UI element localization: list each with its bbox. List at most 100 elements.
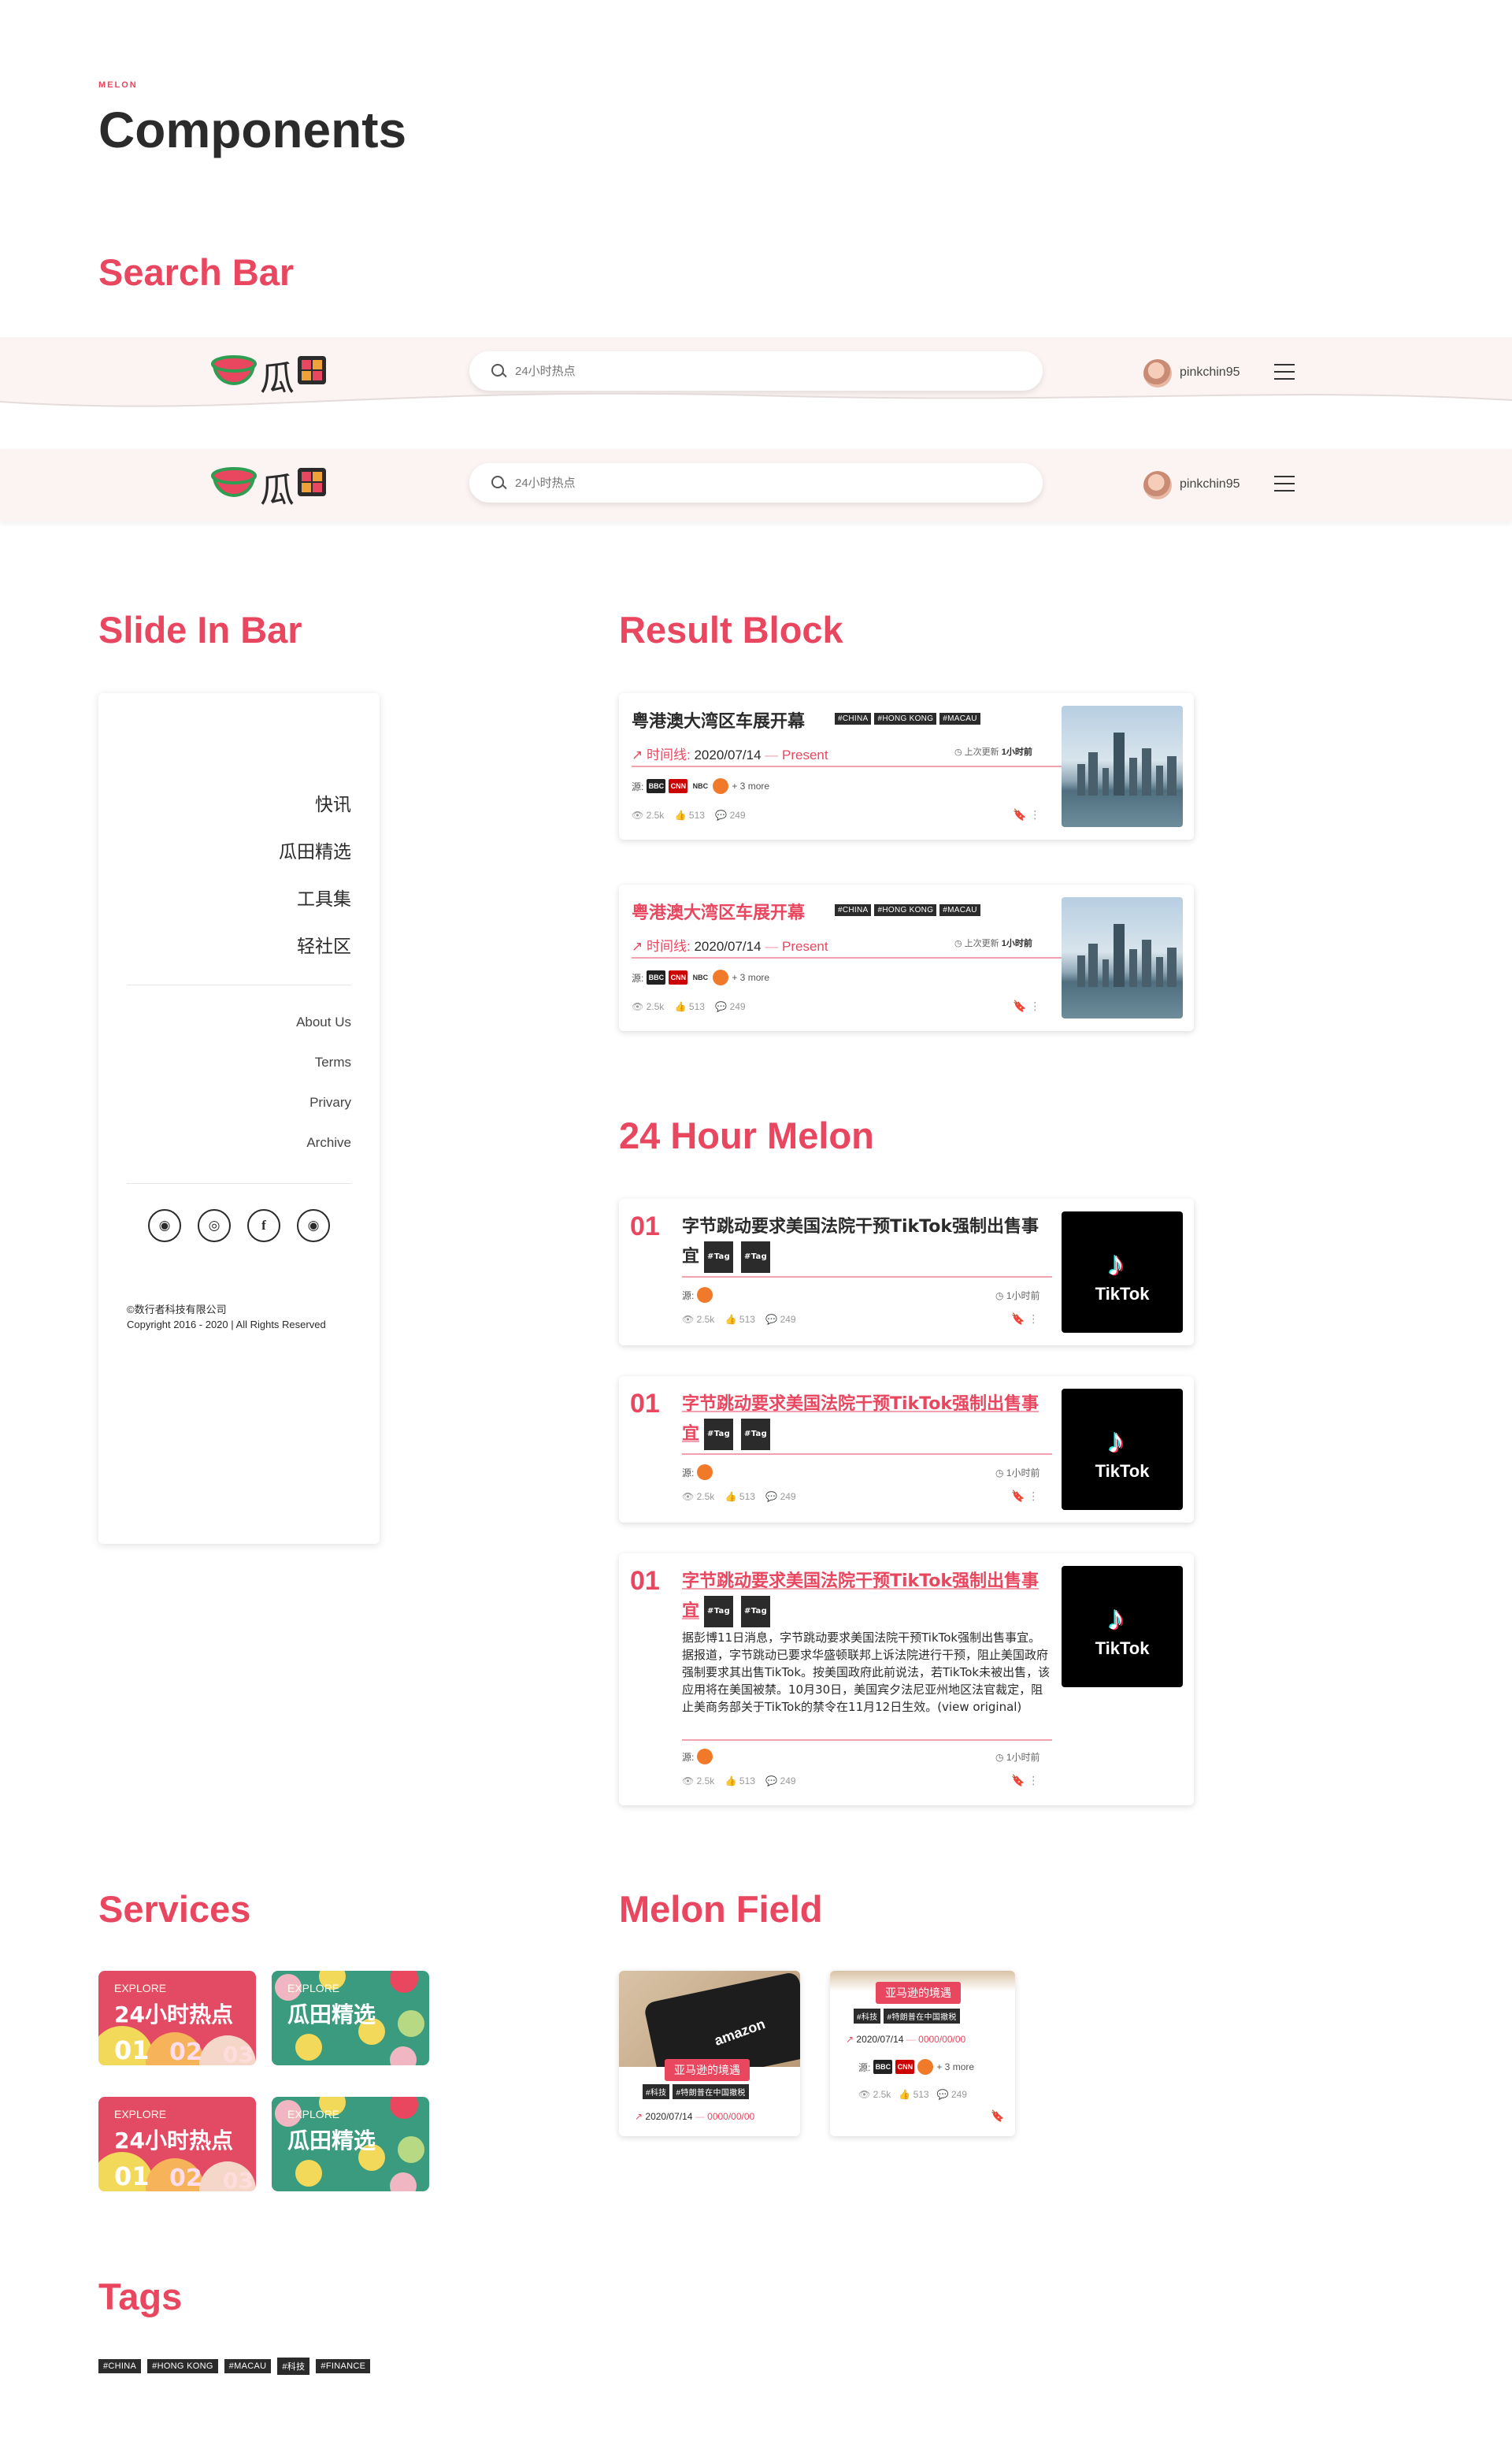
- tag[interactable]: #CHINA: [835, 713, 872, 725]
- tag[interactable]: #CHINA: [98, 2359, 142, 2373]
- source-nbc[interactable]: NBC: [691, 779, 710, 793]
- service-card-guatian[interactable]: EXPLORE 瓜田精选: [272, 1971, 429, 2065]
- tag[interactable]: #科技: [854, 2009, 881, 2024]
- more-icon[interactable]: ⋮: [1028, 1312, 1039, 1325]
- weibo-icon[interactable]: ◎: [198, 1209, 231, 1242]
- hour-melon-card[interactable]: 01 字节跳动要求美国法院干预TikTok强制出售事宜 #Tag #Tag 源: ◷…: [619, 1199, 1194, 1345]
- more-sources[interactable]: + 3 more: [732, 972, 769, 983]
- tag[interactable]: #MACAU: [224, 2359, 272, 2373]
- more-icon[interactable]: ⋮: [1029, 808, 1040, 821]
- source-logo-icon[interactable]: [697, 1749, 713, 1764]
- like-icon[interactable]: 👍: [675, 810, 687, 821]
- bookmark-icon[interactable]: 🔖: [991, 2109, 1004, 2123]
- source-cnn[interactable]: CNN: [669, 779, 688, 793]
- username[interactable]: pinkchin95: [1180, 477, 1240, 492]
- source-bbc[interactable]: BBC: [873, 2060, 893, 2074]
- topic-badge[interactable]: 亚马逊的境遇: [876, 1982, 961, 2004]
- avatar[interactable]: [1143, 471, 1172, 499]
- bookmark-icon[interactable]: 🔖: [1011, 1490, 1025, 1502]
- search-input[interactable]: [515, 362, 988, 380]
- source-nbc[interactable]: NBC: [691, 970, 710, 985]
- bookmark-icon[interactable]: 🔖: [1011, 1774, 1025, 1786]
- username[interactable]: pinkchin95: [1180, 365, 1240, 380]
- tag[interactable]: #Tag: [741, 1241, 771, 1273]
- source-logo-icon[interactable]: [697, 1287, 713, 1303]
- nav-item-kuaixun[interactable]: 快讯: [315, 789, 351, 816]
- avatar[interactable]: [1143, 359, 1172, 388]
- city-thumbnail[interactable]: [1062, 706, 1183, 827]
- like-icon[interactable]: 👍: [725, 1775, 737, 1786]
- result-block-card-hover[interactable]: 粤港澳大湾区车展开幕 #CHINA #HONG KONG #MACAU ↗ 时间线:…: [619, 885, 1194, 1031]
- tag[interactable]: #Tag: [704, 1419, 734, 1450]
- hour-melon-card-hover[interactable]: 01 字节跳动要求美国法院干预TikTok强制出售事宜 #Tag #Tag 源: ◷…: [619, 1376, 1194, 1523]
- tag[interactable]: #科技: [643, 2084, 670, 2099]
- link-archive[interactable]: Archive: [306, 1135, 351, 1151]
- result-title[interactable]: 粤港澳大湾区车展开幕: [632, 899, 805, 924]
- source-bbc[interactable]: BBC: [647, 970, 666, 985]
- source-logo-icon[interactable]: [697, 1464, 713, 1480]
- search-box[interactable]: [469, 463, 1043, 503]
- comment-icon[interactable]: 💬: [715, 1001, 727, 1012]
- tag[interactable]: #MACAU: [939, 713, 980, 725]
- melon-field-card[interactable]: amazon 亚马逊的境遇 #科技 #特朗普在中国撤税 ↗ 2020/07/14 …: [619, 1971, 800, 2136]
- title-text[interactable]: 字节跳动要求美国法院干预TikTok强制出售事宜: [682, 1394, 1039, 1444]
- source-logo-icon[interactable]: [917, 2059, 934, 2075]
- tag[interactable]: #Tag: [704, 1241, 734, 1273]
- more-sources[interactable]: + 3 more: [936, 2061, 974, 2072]
- tag[interactable]: #HONG KONG: [147, 2359, 218, 2373]
- facebook-icon[interactable]: f: [247, 1209, 280, 1242]
- like-icon[interactable]: 👍: [725, 1314, 737, 1325]
- hour-melon-title[interactable]: 字节跳动要求美国法院干预TikTok强制出售事宜 #Tag #Tag: [682, 1567, 1052, 1627]
- more-sources[interactable]: + 3 more: [732, 781, 769, 792]
- hamburger-menu-icon[interactable]: [1274, 364, 1295, 380]
- tag[interactable]: #Tag: [741, 1596, 771, 1627]
- source-cnn[interactable]: CNN: [895, 2060, 915, 2074]
- melon-field-card-hover[interactable]: 亚马逊的境遇 #科技 #特朗普在中国撤税 ↗ 2020/07/14 — 0000/…: [830, 1971, 1015, 2136]
- service-card-24h[interactable]: EXPLORE 24小时热点 01 02 03: [98, 2097, 256, 2191]
- link-about[interactable]: About Us: [296, 1015, 351, 1030]
- bookmark-icon[interactable]: 🔖: [1013, 1000, 1026, 1012]
- tag[interactable]: #HONG KONG: [874, 713, 937, 725]
- city-thumbnail[interactable]: [1062, 897, 1183, 1018]
- tag[interactable]: #HONG KONG: [874, 904, 937, 917]
- more-icon[interactable]: ⋮: [1029, 1000, 1040, 1012]
- tiktok-thumbnail[interactable]: ♪ TikTok: [1062, 1389, 1183, 1510]
- source-logo-icon[interactable]: [713, 778, 729, 794]
- tiktok-thumbnail[interactable]: ♪ TikTok: [1062, 1211, 1183, 1333]
- like-icon[interactable]: 👍: [675, 1001, 687, 1012]
- nav-item-tools-active[interactable]: 工具集: [297, 884, 351, 911]
- title-text[interactable]: 字节跳动要求美国法院干预TikTok强制出售事宜: [682, 1217, 1039, 1267]
- comment-icon[interactable]: 💬: [765, 1491, 777, 1502]
- hamburger-menu-icon[interactable]: [1274, 476, 1295, 492]
- comment-icon[interactable]: 💬: [765, 1314, 777, 1325]
- hour-melon-title[interactable]: 字节跳动要求美国法院干预TikTok强制出售事宜 #Tag #Tag: [682, 1390, 1052, 1450]
- result-title[interactable]: 粤港澳大湾区车展开幕: [632, 707, 805, 733]
- comment-icon[interactable]: 💬: [765, 1775, 777, 1786]
- topic-badge[interactable]: 亚马逊的境遇: [665, 2059, 750, 2081]
- bookmark-icon[interactable]: 🔖: [1013, 808, 1026, 821]
- comment-icon[interactable]: 💬: [715, 810, 727, 821]
- wechat-icon[interactable]: ◉: [297, 1209, 330, 1242]
- service-card-24h[interactable]: EXPLORE 24小时热点 01 02 03: [98, 1971, 256, 2065]
- like-icon[interactable]: 👍: [725, 1491, 737, 1502]
- source-cnn[interactable]: CNN: [669, 970, 688, 985]
- source-logo-icon[interactable]: [713, 970, 729, 985]
- comment-icon[interactable]: 💬: [937, 2089, 949, 2100]
- tag[interactable]: #科技: [277, 2358, 310, 2375]
- more-icon[interactable]: ⋮: [1028, 1774, 1039, 1786]
- link-privacy[interactable]: Privary: [309, 1095, 351, 1111]
- tag[interactable]: #Tag: [741, 1419, 771, 1450]
- tag[interactable]: #FINANCE: [316, 2359, 371, 2373]
- more-icon[interactable]: ⋮: [1028, 1490, 1039, 1502]
- tag[interactable]: #CHINA: [835, 904, 872, 917]
- wechat-icon[interactable]: ◉: [148, 1209, 181, 1242]
- result-block-card[interactable]: 粤港澳大湾区车展开幕 #CHINA #HONG KONG #MACAU ↗ 时间线:…: [619, 693, 1194, 840]
- tag[interactable]: #Tag: [704, 1596, 734, 1627]
- nav-item-guatian[interactable]: 瓜田精选: [279, 837, 351, 863]
- title-text[interactable]: 字节跳动要求美国法院干预TikTok强制出售事宜: [682, 1571, 1039, 1621]
- source-bbc[interactable]: BBC: [647, 779, 666, 793]
- search-box[interactable]: [469, 351, 1043, 391]
- link-terms[interactable]: Terms: [315, 1055, 351, 1070]
- hour-melon-card-expanded[interactable]: 01 字节跳动要求美国法院干预TikTok强制出售事宜 #Tag #Tag 据彭博1…: [619, 1553, 1194, 1805]
- like-icon[interactable]: 👍: [899, 2089, 910, 2100]
